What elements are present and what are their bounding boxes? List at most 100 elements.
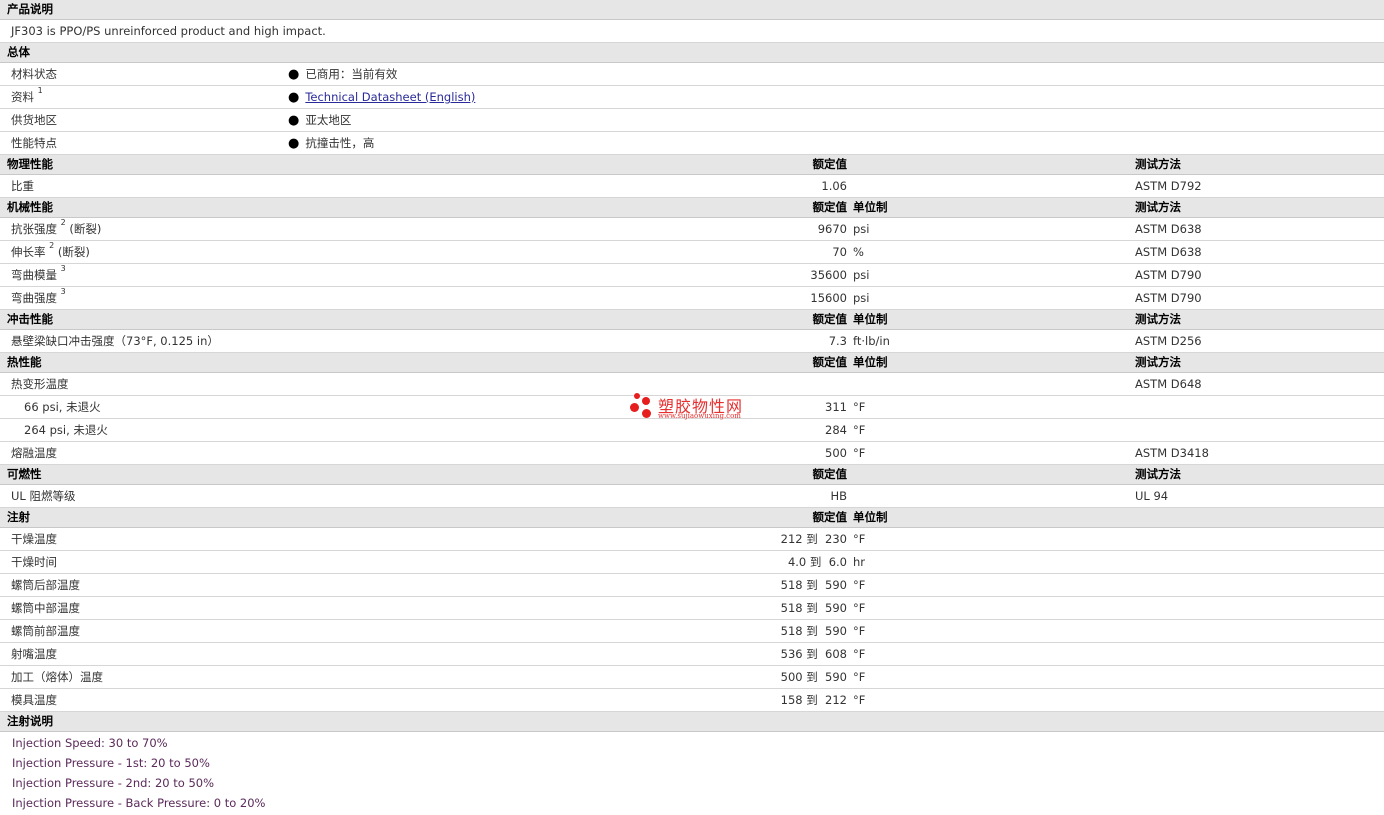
injection-row: 螺筒中部温度 518 到 590 °F: [0, 597, 1384, 620]
note-line: Injection Pressure - 2nd: 20 to 50%: [12, 776, 215, 790]
general-row: 性能特点 ● 抗撞击性，高: [0, 132, 1384, 155]
column-header-test: 测试方法: [1135, 157, 1181, 171]
row-unit: psi: [853, 291, 870, 305]
footnote-marker: 2: [60, 218, 66, 227]
row-value: 70: [832, 245, 847, 259]
row-value: 500: [825, 446, 847, 460]
injection-row: 加工（熔体）温度 500 到 590 °F: [0, 666, 1384, 689]
logo-dot-icon: [634, 393, 640, 399]
section-header-flammability: 可燃性 额定值 测试方法: [0, 465, 1384, 485]
row-unit: ft·lb/in: [853, 334, 890, 348]
section-header-physical: 物理性能 额定值 测试方法: [0, 155, 1384, 175]
row-label: 比重: [11, 179, 34, 193]
row-unit: °F: [853, 532, 866, 546]
technical-datasheet-link[interactable]: Technical Datasheet (English): [305, 90, 475, 104]
bullet-icon: ●: [288, 90, 300, 105]
row-label: 热变形温度: [11, 377, 69, 391]
row-unit: °F: [853, 423, 866, 437]
property-row: 弯曲模量 3 35600 psi ASTM D790: [0, 264, 1384, 287]
section-title: 机械性能: [7, 200, 53, 214]
row-test-method: ASTM D3418: [1135, 446, 1209, 460]
row-range: 158 到 212: [780, 693, 847, 707]
watermark-logo: 塑胶物性网 www.sujiaowuxing.com: [628, 391, 768, 427]
row-unit: °F: [853, 693, 866, 707]
row-range: 518 到 590: [780, 578, 847, 592]
column-header-unit: 单位制: [853, 312, 888, 326]
section-header-mechanical: 机械性能 额定值 单位制 测试方法: [0, 198, 1384, 218]
section-header-general: 总体: [0, 43, 1384, 63]
row-label: 加工（熔体）温度: [11, 670, 103, 684]
section-title: 物理性能: [7, 157, 53, 171]
section-title: 注射说明: [7, 714, 53, 728]
row-label: 弯曲模量 3: [11, 264, 66, 282]
general-row: 材料状态 ● 已商用：当前有效: [0, 63, 1384, 86]
column-header-value: 额定值: [812, 157, 848, 171]
section-title: 注射: [7, 510, 30, 524]
watermark-url: www.sujiaowuxing.com: [658, 412, 741, 420]
row-label: 悬壁梁缺口冲击强度（73°F, 0.125 in）: [11, 334, 219, 348]
injection-row: 干燥时间 4.0 到 6.0 hr: [0, 551, 1384, 574]
bullet-icon: ●: [288, 113, 300, 128]
row-label: 材料状态: [11, 67, 57, 81]
row-unit: °F: [853, 670, 866, 684]
injection-row: 螺筒后部温度 518 到 590 °F: [0, 574, 1384, 597]
row-test-method: ASTM D790: [1135, 291, 1202, 305]
row-value: 7.3: [828, 334, 847, 348]
column-header-test: 测试方法: [1135, 312, 1181, 326]
row-label: 模具温度: [11, 693, 57, 707]
section-header-impact: 冲击性能 额定值 单位制 测试方法: [0, 310, 1384, 330]
property-row: 悬壁梁缺口冲击强度（73°F, 0.125 in） 7.3 ft·lb/in A…: [0, 330, 1384, 353]
footnote-marker: 3: [60, 264, 66, 273]
section-header-thermal: 热性能 额定值 单位制 测试方法: [0, 353, 1384, 373]
row-label: 伸长率 2 (断裂): [11, 241, 90, 259]
section-title: 可燃性: [7, 467, 42, 481]
column-header-value: 额定值: [812, 355, 848, 369]
row-unit: °F: [853, 400, 866, 414]
row-label: UL 阻燃等级: [11, 489, 76, 503]
row-test-method: ASTM D638: [1135, 222, 1202, 236]
row-label: 螺筒中部温度: [11, 601, 80, 615]
section-title: 热性能: [7, 355, 42, 369]
injection-notes: Injection Speed: 30 to 70% Injection Pre…: [0, 732, 1384, 813]
row-label: 264 psi, 未退火: [24, 423, 108, 437]
row-test-method: ASTM D256: [1135, 334, 1202, 348]
column-header-value: 额定值: [812, 312, 848, 326]
row-test-method: ASTM D790: [1135, 268, 1202, 282]
row-note: (断裂): [57, 245, 90, 259]
section-header-injection-notes: 注射说明: [0, 712, 1384, 732]
injection-row: 干燥温度 212 到 230 °F: [0, 528, 1384, 551]
logo-dot-icon: [642, 397, 650, 405]
section-header-injection: 注射 额定值 单位制: [0, 508, 1384, 528]
bullet-icon: ●: [288, 136, 300, 151]
row-unit: °F: [853, 624, 866, 638]
footnote-marker: 3: [60, 287, 66, 296]
general-row: 资料 1 ● Technical Datasheet (English): [0, 86, 1384, 109]
column-header-unit: 单位制: [853, 200, 888, 214]
injection-row: 射嘴温度 536 到 608 °F: [0, 643, 1384, 666]
column-header-value: 额定值: [812, 510, 848, 524]
row-label: 弯曲强度 3: [11, 287, 66, 305]
bullet-item: ● 抗撞击性，高: [288, 132, 374, 155]
injection-row: 模具温度 158 到 212 °F: [0, 689, 1384, 712]
product-description-text: JF303 is PPO/PS unreinforced product and…: [11, 24, 326, 38]
row-unit: °F: [853, 601, 866, 615]
row-unit: °F: [853, 446, 866, 460]
column-header-value: 额定值: [812, 200, 848, 214]
note-line: Injection Speed: 30 to 70%: [12, 736, 168, 750]
section-title: 冲击性能: [7, 312, 53, 326]
bullet-item: ● 已商用：当前有效: [288, 63, 397, 86]
row-value: 15600: [810, 291, 847, 305]
row-label: 抗张强度 2 (断裂): [11, 218, 102, 236]
bullet-icon: ●: [288, 67, 300, 82]
row-range: 500 到 590: [780, 670, 847, 684]
row-label: 射嘴温度: [11, 647, 57, 661]
row-label: 螺筒前部温度: [11, 624, 80, 638]
column-header-value: 额定值: [812, 467, 848, 481]
column-header-test: 测试方法: [1135, 355, 1181, 369]
row-value: 抗撞击性，高: [305, 136, 375, 150]
row-unit: hr: [853, 555, 866, 569]
row-label: 干燥时间: [11, 555, 57, 569]
row-value: HB: [830, 489, 847, 503]
row-test-method: UL 94: [1135, 489, 1169, 503]
row-label: 供货地区: [11, 113, 57, 127]
